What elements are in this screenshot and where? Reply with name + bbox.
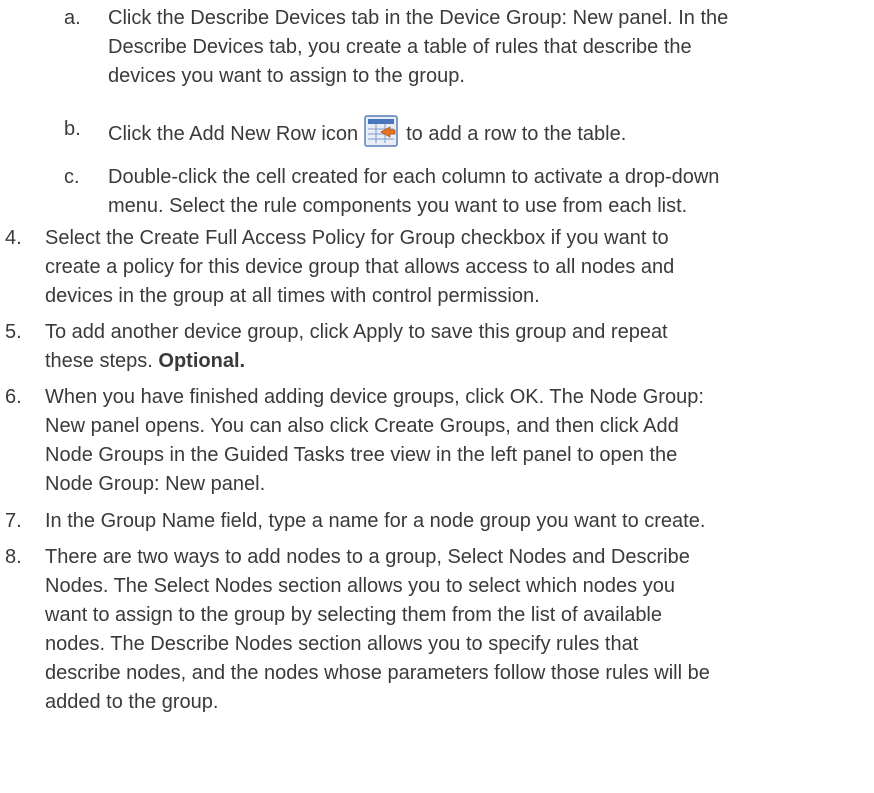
step-4-line: devices in the group at all times with c…	[45, 285, 540, 307]
substep-c-line: Double-click the cell created for each c…	[108, 166, 720, 188]
substep-c-line: menu. Select the rule components you wan…	[108, 195, 688, 217]
substep-b-marker: b.	[64, 118, 81, 140]
step-8-line: Nodes. The Select Nodes section allows y…	[45, 575, 675, 597]
substep-a-line: Click the Describe Devices tab in the De…	[108, 7, 729, 29]
step-5-line: To add another device group, click Apply…	[45, 321, 668, 343]
step-6-line: Node Group: New panel.	[45, 473, 266, 495]
substep-c-marker: c.	[64, 166, 80, 188]
step-6-line: New panel opens. You can also click Crea…	[45, 415, 679, 437]
step-4-line: create a policy for this device group th…	[45, 256, 675, 278]
step-4-marker: 4.	[5, 227, 22, 249]
step-7-line: In the Group Name field, type a name for…	[45, 510, 706, 532]
step-7-marker: 7.	[5, 510, 22, 532]
step-6-line: When you have finished adding device gro…	[45, 386, 704, 408]
step-5-line: these steps.	[45, 350, 153, 372]
step-6-line: Node Groups in the Guided Tasks tree vie…	[45, 444, 678, 466]
step-8-line: want to assign to the group by selecting…	[45, 604, 663, 626]
substep-a-line: Describe Devices tab, you create a table…	[108, 36, 692, 58]
step-8-line: There are two ways to add nodes to a gro…	[45, 546, 690, 568]
step-8-line: describe nodes, and the nodes whose para…	[45, 662, 710, 684]
step-8-line: nodes. The Describe Nodes section allows…	[45, 633, 639, 655]
step-6-marker: 6.	[5, 386, 22, 408]
step-4-line: Select the Create Full Access Policy for…	[45, 227, 669, 249]
add-new-row-icon	[364, 115, 398, 147]
step-8-line: added to the group.	[45, 691, 219, 713]
substep-a-line: devices you want to assign to the group.	[108, 65, 465, 87]
step-5-marker: 5.	[5, 321, 22, 343]
substep-b-text-after: to add a row to the table.	[406, 123, 627, 145]
substep-b-text-before: Click the Add New Row icon	[108, 123, 359, 145]
substep-a-marker: a.	[64, 7, 81, 29]
optional-label: Optional.	[158, 350, 246, 372]
step-8-marker: 8.	[5, 546, 22, 568]
